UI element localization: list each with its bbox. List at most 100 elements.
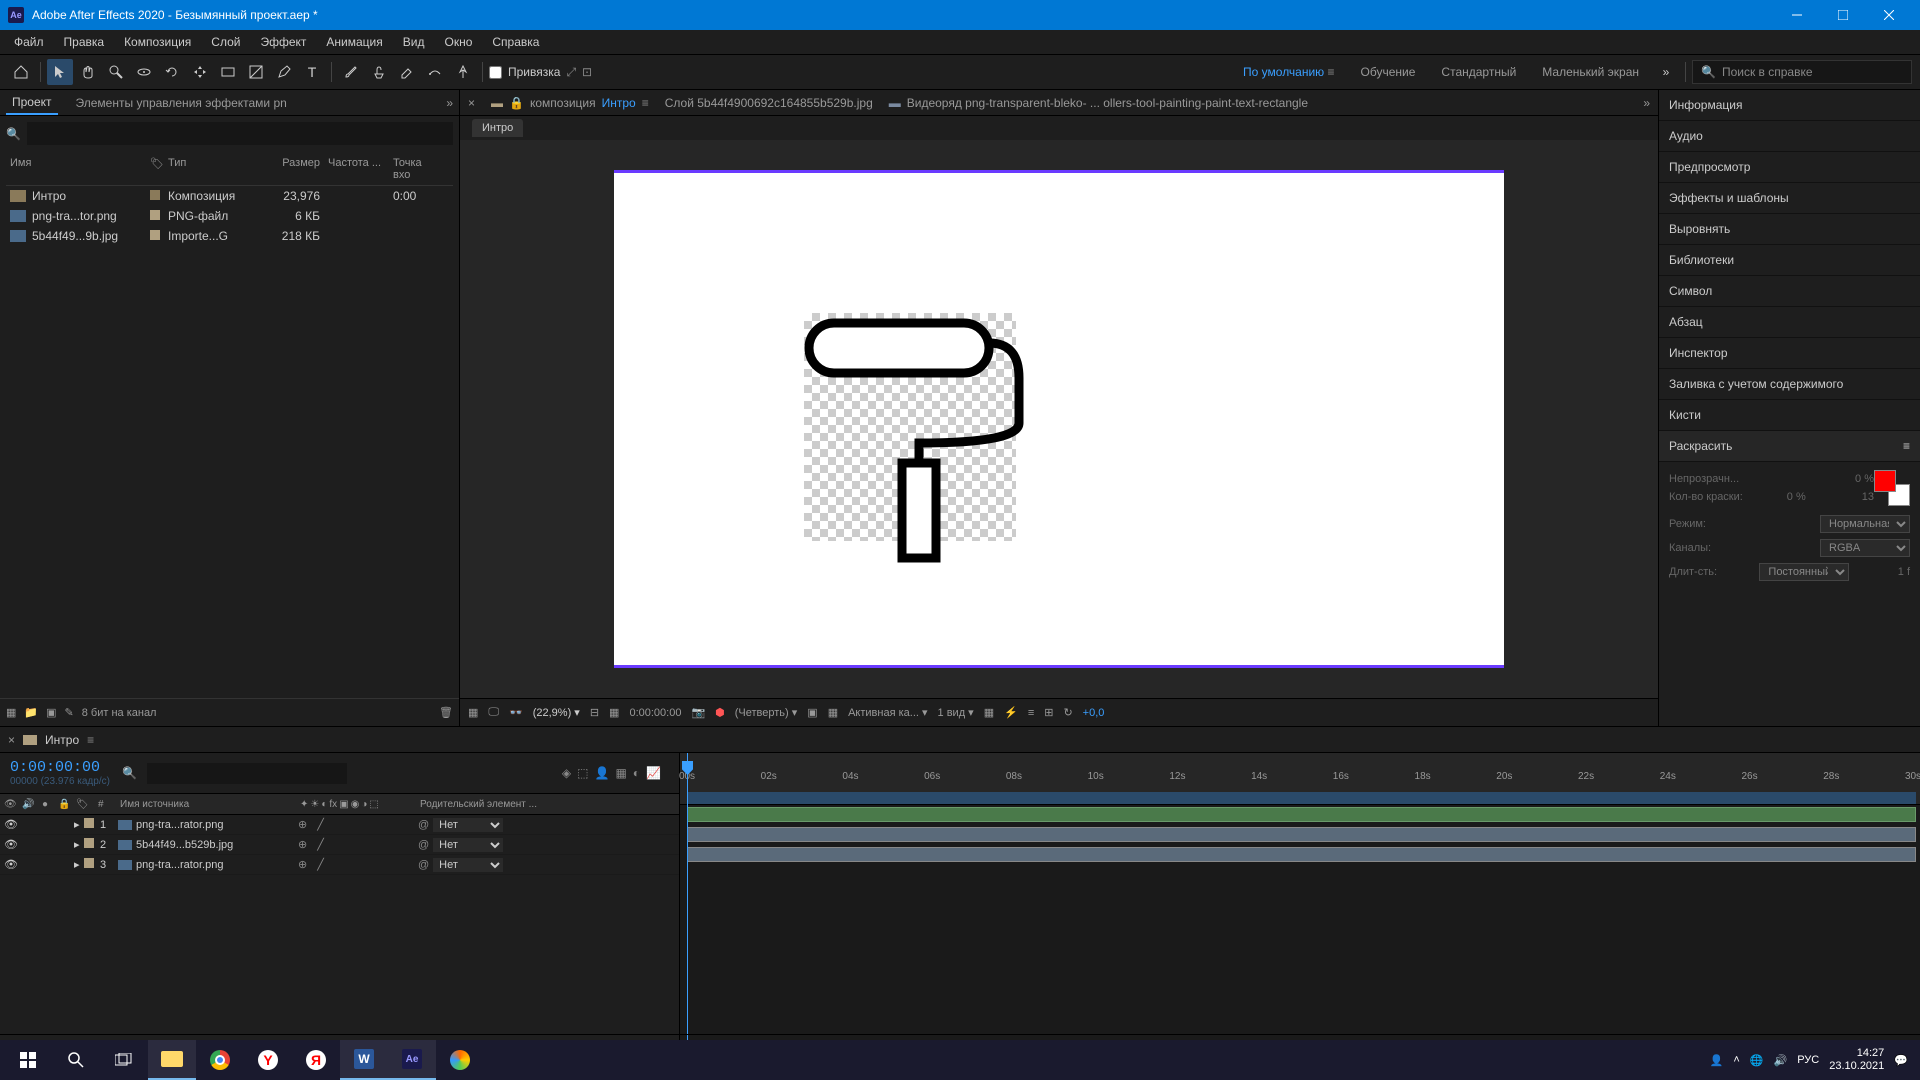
- home-tool[interactable]: [8, 59, 34, 85]
- workspace-small[interactable]: Маленький экран: [1530, 61, 1651, 83]
- time-ruler[interactable]: 00s02s04s06s08s10s12s14s16s18s20s22s24s2…: [680, 753, 1920, 805]
- col-num[interactable]: #: [94, 799, 116, 810]
- pan-behind-tool[interactable]: [187, 59, 213, 85]
- zoom-dropdown[interactable]: (22,9%) ▾: [533, 706, 580, 719]
- exposure-value[interactable]: +0,0: [1083, 707, 1105, 719]
- taskbar-after-effects[interactable]: Ae: [388, 1040, 436, 1080]
- paint-mode-select[interactable]: Нормальная: [1820, 515, 1910, 533]
- taskbar-word[interactable]: W: [340, 1040, 388, 1080]
- workspace-default[interactable]: По умолчанию ≡: [1231, 61, 1347, 83]
- panel-paragraph[interactable]: Абзац: [1659, 307, 1920, 338]
- brush-tool[interactable]: [338, 59, 364, 85]
- pen-tool[interactable]: [271, 59, 297, 85]
- col-parent[interactable]: Родительский элемент ...: [416, 799, 679, 810]
- col-in[interactable]: Точка вхо: [389, 157, 439, 181]
- magnification-icon[interactable]: ▦: [468, 706, 478, 719]
- col-rate[interactable]: Частота ...: [324, 157, 389, 181]
- panel-align[interactable]: Выровнять: [1659, 214, 1920, 245]
- composition-canvas[interactable]: [614, 170, 1504, 668]
- col-name[interactable]: Имя: [6, 157, 146, 181]
- workspace-overflow-icon[interactable]: »: [1653, 59, 1679, 85]
- paint-duration-select[interactable]: Постоянный: [1759, 563, 1849, 581]
- panel-tracker[interactable]: Инспектор: [1659, 338, 1920, 369]
- camera-dropdown[interactable]: Активная ка... ▾: [848, 706, 927, 719]
- color-swatches[interactable]: [1874, 470, 1910, 506]
- pickwhip-icon[interactable]: @: [418, 859, 429, 871]
- menu-composition[interactable]: Композиция: [114, 32, 201, 52]
- timeline-icon[interactable]: ≡: [1028, 707, 1034, 719]
- menu-file[interactable]: Файл: [4, 32, 54, 52]
- tray-people-icon[interactable]: 👤: [1710, 1054, 1724, 1067]
- monitor-icon[interactable]: 🖵: [488, 706, 499, 719]
- viewer-tab-comp[interactable]: ▬ 🔒 композиция Интро ≡: [491, 96, 649, 110]
- foreground-color-swatch[interactable]: [1874, 470, 1896, 492]
- selection-tool[interactable]: [47, 59, 73, 85]
- project-tab[interactable]: Проект: [6, 91, 58, 115]
- flowchart-icon[interactable]: ⊞: [1044, 706, 1053, 719]
- graph-editor-icon[interactable]: 📈: [646, 766, 661, 780]
- adjustment-icon[interactable]: ✎: [65, 706, 74, 719]
- parent-select[interactable]: Нет: [433, 838, 503, 852]
- menu-effect[interactable]: Эффект: [250, 32, 316, 52]
- menu-window[interactable]: Окно: [434, 32, 482, 52]
- taskbar-browser[interactable]: Я: [292, 1040, 340, 1080]
- frame-blend-icon[interactable]: ▦: [615, 766, 626, 780]
- tray-volume-icon[interactable]: 🔊: [1774, 1054, 1788, 1067]
- timeline-tracks[interactable]: 00s02s04s06s08s10s12s14s16s18s20s22s24s2…: [680, 753, 1920, 1054]
- tray-notifications-icon[interactable]: 💬: [1894, 1054, 1908, 1067]
- effect-controls-tab[interactable]: Элементы управления эффектами pn: [70, 92, 293, 114]
- tray-language[interactable]: РУС: [1797, 1054, 1819, 1066]
- snap-bounds-icon[interactable]: ⊡: [582, 65, 592, 79]
- roto-brush-tool[interactable]: [422, 59, 448, 85]
- timeline-layer-row[interactable]: 👁 ▸ 1 png-tra...rator.png ⊕╱ @Нет: [0, 815, 679, 835]
- help-search[interactable]: 🔍 Поиск в справке: [1692, 60, 1912, 84]
- project-item[interactable]: 5b44f49...9b.jpg Importe...G 218 КБ: [6, 226, 453, 246]
- eraser-tool[interactable]: [394, 59, 420, 85]
- orbit-tool[interactable]: [131, 59, 157, 85]
- maximize-button[interactable]: [1820, 0, 1866, 30]
- workspace-standard[interactable]: Стандартный: [1429, 61, 1528, 83]
- fast-preview-icon[interactable]: ⚡: [1004, 706, 1018, 719]
- lock-col-icon[interactable]: 🔒: [54, 799, 72, 810]
- pixel-aspect-icon[interactable]: ▦: [984, 706, 994, 719]
- motion-blur-icon[interactable]: ◐: [633, 766, 640, 780]
- eye-col-icon[interactable]: 👁: [0, 799, 18, 810]
- paint-channels-select[interactable]: RGBA: [1820, 539, 1910, 557]
- project-search-input[interactable]: [27, 122, 453, 145]
- taskbar-explorer[interactable]: [148, 1040, 196, 1080]
- menu-animation[interactable]: Анимация: [316, 32, 392, 52]
- work-area-bar[interactable]: [687, 792, 1916, 804]
- mask-icon[interactable]: 👓: [509, 706, 523, 719]
- roi-icon[interactable]: ▣: [807, 706, 817, 719]
- panel-preview[interactable]: Предпросмотр: [1659, 152, 1920, 183]
- draft-3d-icon[interactable]: ⬚: [577, 766, 588, 780]
- timeline-comp-name[interactable]: Интро: [45, 733, 79, 747]
- tray-network-icon[interactable]: 🌐: [1750, 1054, 1764, 1067]
- current-time[interactable]: 0:00:00:00: [629, 707, 681, 719]
- task-view-button[interactable]: [100, 1040, 148, 1080]
- parent-select[interactable]: Нет: [433, 858, 503, 872]
- snapshot-icon[interactable]: 📷: [691, 706, 705, 719]
- viewer-tab-layer[interactable]: Слой 5b44f4900692c164855b529b.jpg: [665, 96, 873, 110]
- timeline-layer-row[interactable]: 👁 ▸ 2 5b44f49...b529b.jpg ⊕╱ @Нет: [0, 835, 679, 855]
- parent-select[interactable]: Нет: [433, 818, 503, 832]
- taskbar-app[interactable]: [436, 1040, 484, 1080]
- grid-icon[interactable]: ▦: [828, 706, 838, 719]
- col-source-name[interactable]: Имя источника: [116, 799, 296, 810]
- minimize-button[interactable]: [1774, 0, 1820, 30]
- col-size[interactable]: Размер: [264, 157, 324, 181]
- search-button[interactable]: [52, 1040, 100, 1080]
- project-item[interactable]: Интро Композиция 23,976 0:00: [6, 186, 453, 206]
- menu-view[interactable]: Вид: [393, 32, 435, 52]
- menu-layer[interactable]: Слой: [201, 32, 250, 52]
- timecode[interactable]: 0:00:00:00: [10, 759, 110, 776]
- hand-tool[interactable]: [75, 59, 101, 85]
- layer-bar[interactable]: [687, 827, 1916, 842]
- workspace-learn[interactable]: Обучение: [1349, 61, 1428, 83]
- panel-overflow-icon[interactable]: »: [446, 96, 453, 110]
- taskbar-yandex[interactable]: Y: [244, 1040, 292, 1080]
- col-switches[interactable]: ✦☀◐fx▣◉◑⬚: [296, 799, 416, 810]
- interpret-footage-icon[interactable]: ▦: [6, 706, 16, 719]
- reset-exposure-icon[interactable]: ↻: [1063, 706, 1072, 719]
- no-tool[interactable]: [243, 59, 269, 85]
